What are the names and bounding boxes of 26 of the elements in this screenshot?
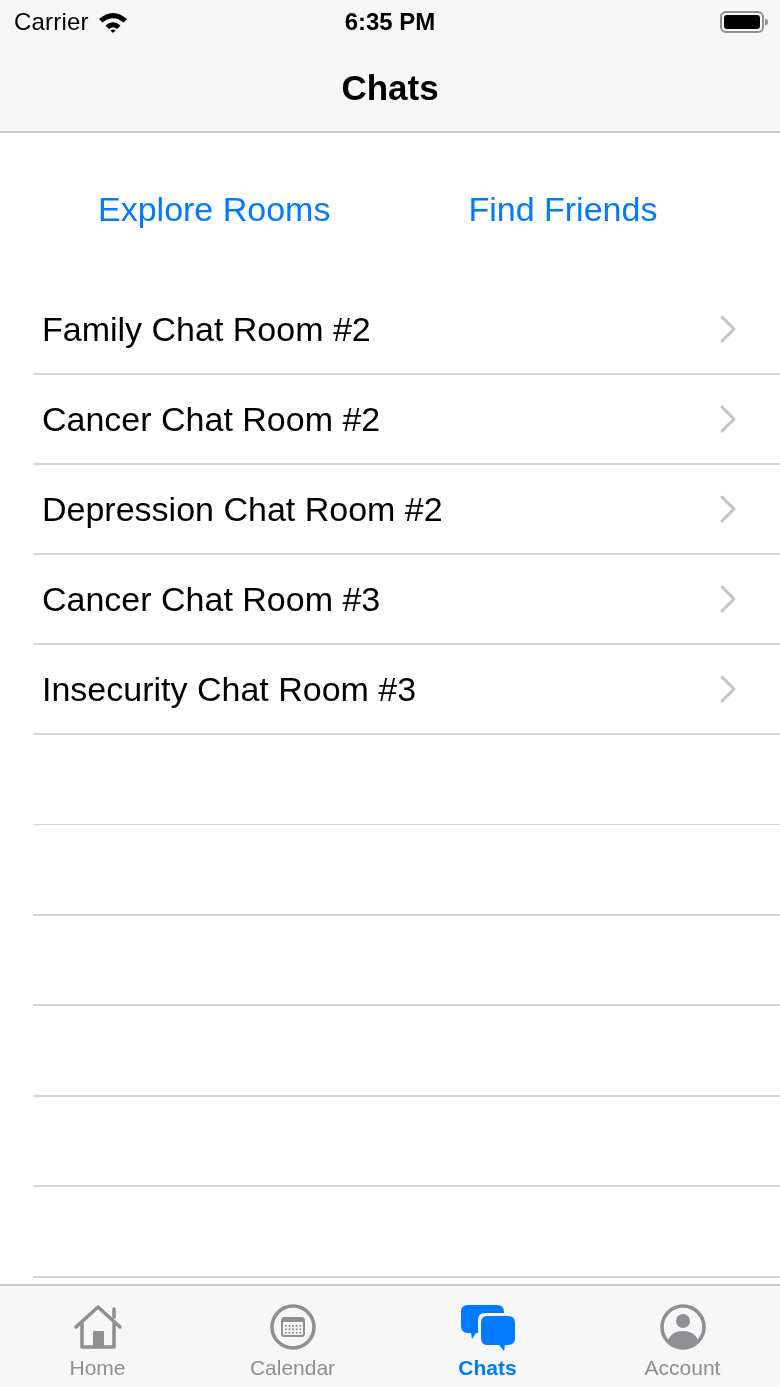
chat-room-row[interactable]: Cancer Chat Room #3 <box>33 555 780 645</box>
clock-time: 6:35 PM <box>344 8 436 36</box>
chevron-right-icon <box>719 494 737 524</box>
chat-room-row[interactable]: Family Chat Room #2 <box>33 285 780 375</box>
tab-bar-item[interactable]: Calendar <box>195 1286 390 1387</box>
chat-room-row[interactable]: Cancer Chat Room #2 <box>33 375 780 465</box>
tab-bar-item[interactable]: Chats <box>390 1286 585 1387</box>
action-link[interactable]: Find Friends <box>468 189 658 229</box>
carrier-label: Carrier <box>14 8 89 36</box>
room-name: Depression Chat Room #2 <box>42 489 443 529</box>
chevron-right-icon <box>719 584 737 614</box>
room-name: Insecurity Chat Room #3 <box>42 669 417 709</box>
screen-title: Chats <box>341 67 439 108</box>
chevron-right-icon <box>719 314 737 344</box>
action-link[interactable]: Explore Rooms <box>98 189 331 229</box>
room-name: Family Chat Room #2 <box>42 309 371 349</box>
battery-icon <box>720 11 768 33</box>
chevron-right-icon <box>719 674 737 704</box>
chevron-right-icon <box>719 404 737 434</box>
tab-bar-item[interactable]: Account <box>585 1286 780 1387</box>
room-name: Cancer Chat Room #2 <box>42 399 381 439</box>
chat-room-row[interactable]: Depression Chat Room #2 <box>33 465 780 555</box>
tab-bar-item[interactable]: Home <box>0 1286 195 1387</box>
room-name: Cancer Chat Room #3 <box>42 579 381 619</box>
chat-room-row[interactable]: Insecurity Chat Room #3 <box>33 645 780 735</box>
chat-bubbles-icon <box>460 1303 515 1351</box>
